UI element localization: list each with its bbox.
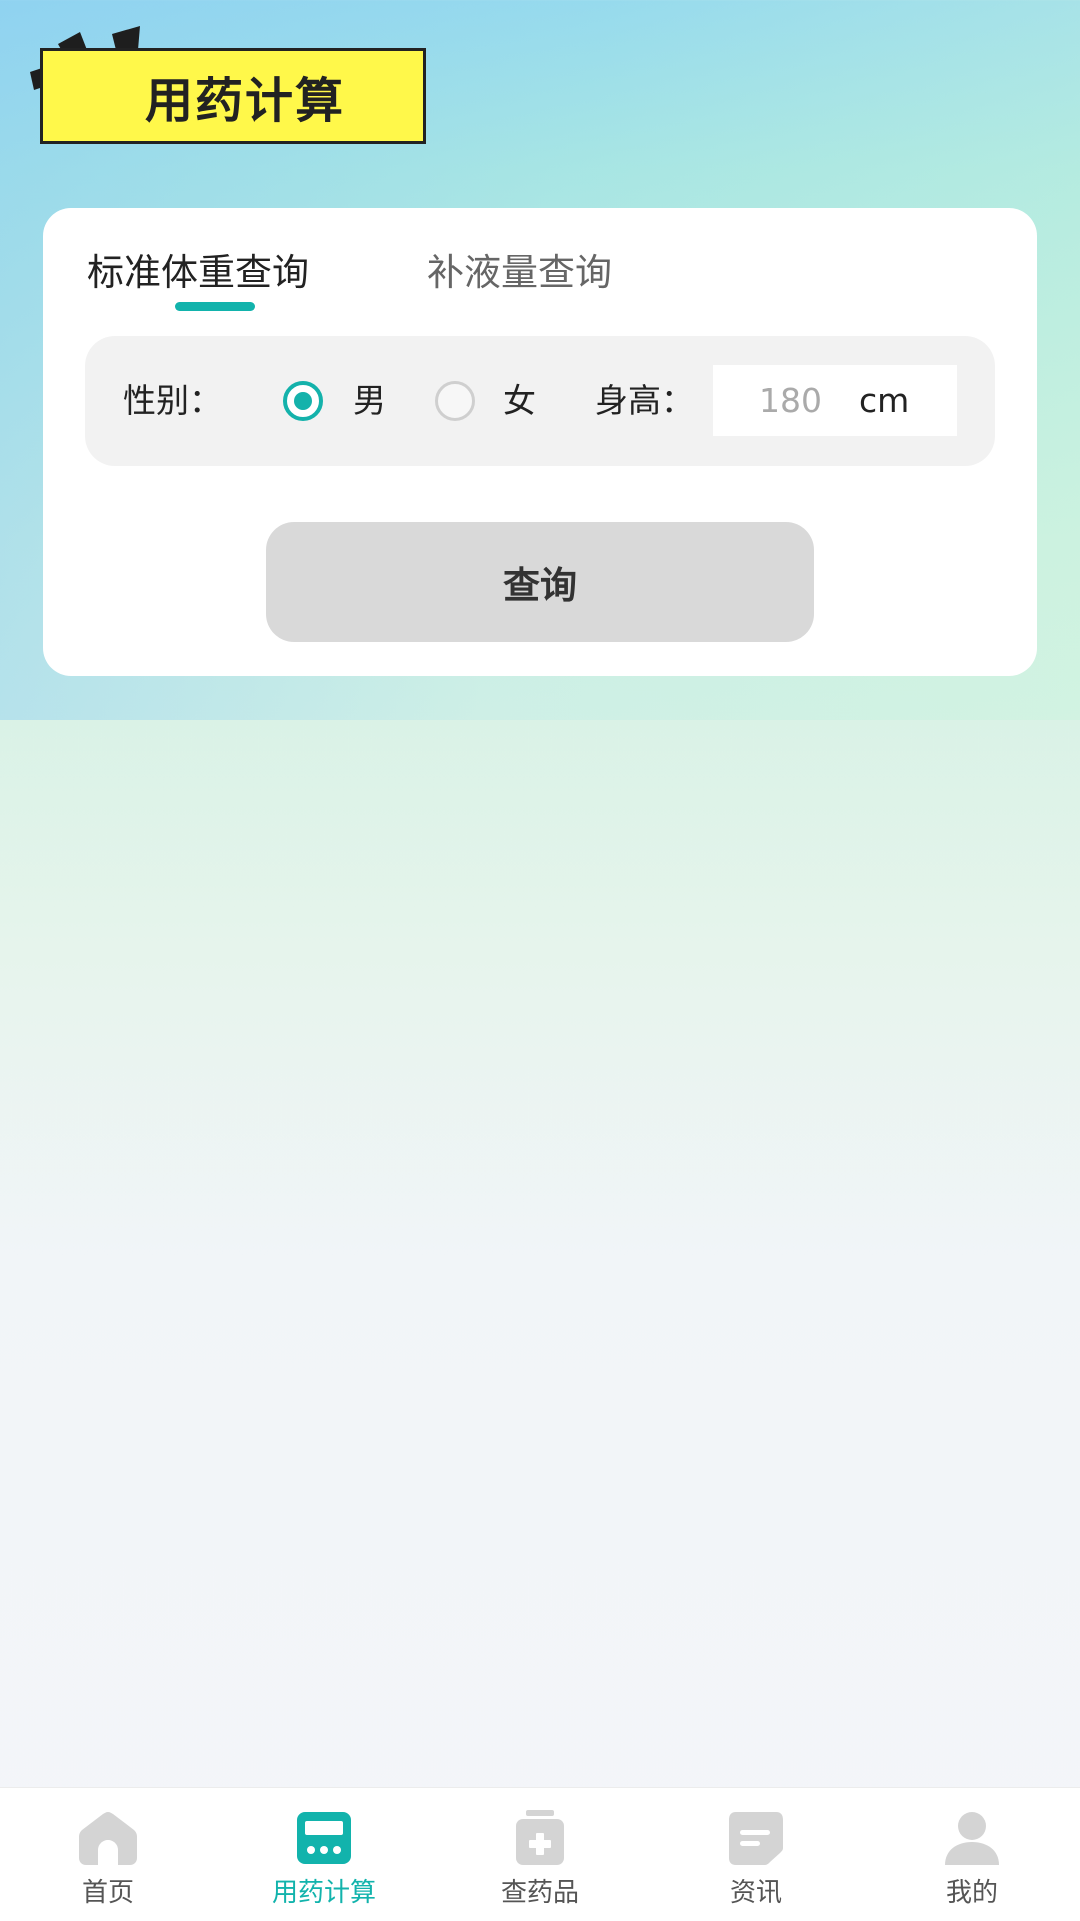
tab-label: 标准体重查询	[87, 251, 309, 294]
nav-label-medicine: 查药品	[500, 1878, 579, 1908]
nav-item-home[interactable]: 首页	[0, 1788, 216, 1921]
home-icon	[79, 1812, 137, 1865]
tab-standard-weight[interactable]: 标准体重查询	[87, 246, 309, 316]
gender-male-label[interactable]: 男	[353, 381, 386, 421]
calculator-icon	[297, 1812, 351, 1864]
query-card: 标准体重查询 补液量查询 性别： 男 女 身高： cm 查询	[43, 208, 1037, 676]
gender-male-radio[interactable]	[283, 381, 323, 421]
medicine-box-icon	[516, 1810, 564, 1865]
nav-label-profile: 我的	[945, 1878, 998, 1908]
form-panel: 性别： 男 女 身高： cm	[85, 336, 995, 466]
nav-item-profile[interactable]: 我的	[864, 1788, 1080, 1921]
tab-bar: 标准体重查询 补液量查询	[87, 246, 612, 316]
message-icon	[729, 1812, 783, 1865]
title-box: 用药计算	[40, 48, 426, 144]
page-title: 用药计算	[144, 73, 345, 129]
tab-label: 补液量查询	[427, 251, 612, 294]
nav-label-news: 资讯	[729, 1878, 782, 1908]
tab-active-indicator	[175, 302, 255, 311]
height-input[interactable]	[723, 375, 858, 425]
tab-fluid-volume[interactable]: 补液量查询	[427, 246, 612, 316]
query-button[interactable]: 查询	[266, 522, 814, 642]
nav-item-news[interactable]: 资讯	[648, 1788, 864, 1921]
nav-item-calculator[interactable]: 用药计算	[216, 1788, 432, 1921]
gender-female-label[interactable]: 女	[503, 381, 536, 421]
nav-label-home: 首页	[81, 1878, 134, 1908]
height-unit: cm	[859, 381, 910, 420]
nav-label-calculator: 用药计算	[271, 1878, 376, 1908]
height-field: cm	[713, 365, 957, 436]
bottom-nav: 首页 用药计算 查药品 资讯 我的	[0, 1787, 1080, 1921]
gender-female-radio[interactable]	[435, 381, 475, 421]
gender-label: 性别：	[123, 381, 222, 420]
nav-item-medicine[interactable]: 查药品	[432, 1788, 648, 1921]
title-badge: 用药计算	[28, 24, 438, 154]
height-label: 身高：	[595, 381, 694, 420]
user-icon	[945, 1812, 999, 1865]
